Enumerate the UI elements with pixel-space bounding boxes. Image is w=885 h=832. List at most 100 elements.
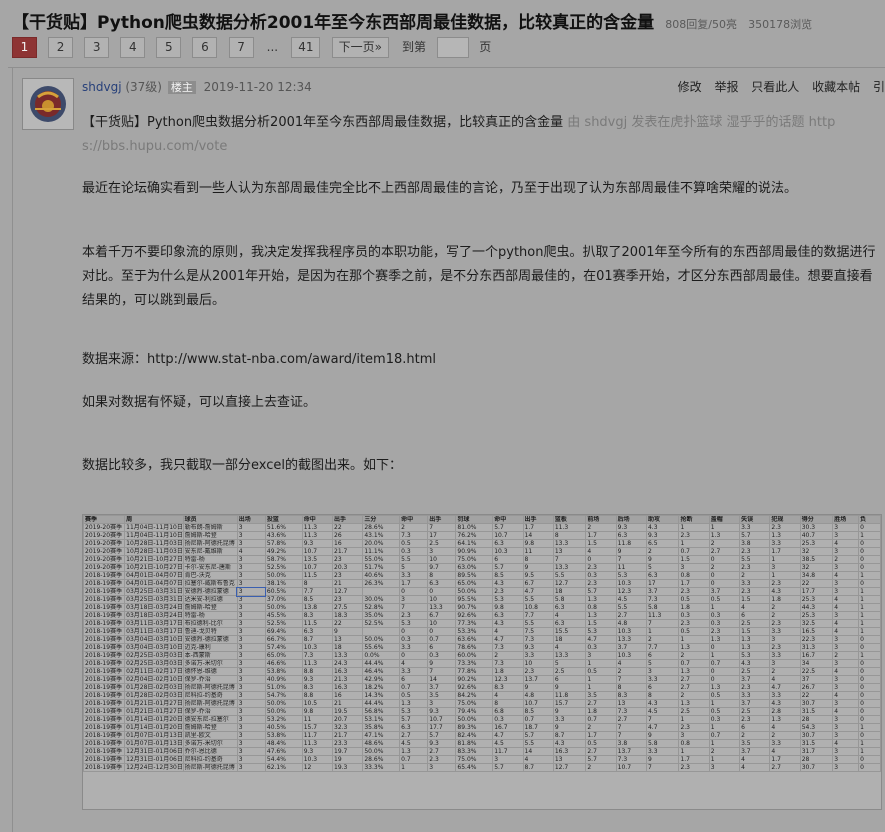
sheet-cell: 0.5 (708, 595, 741, 604)
quote-source-url[interactable]: s://bbs.hupu.com/vote (82, 139, 227, 154)
sheet-cell: 45.5% (264, 611, 303, 620)
page-1-button[interactable]: 1 (12, 37, 37, 58)
only-author-link[interactable]: 只看此人 (751, 80, 799, 94)
sheet-cell: 2018-19赛季 (83, 587, 126, 596)
sheet-cell: 2018-19赛季 (83, 747, 126, 756)
page-jump-input[interactable] (437, 37, 470, 58)
sheet-cell: 2.3 (585, 579, 617, 588)
sheet-header-cell: 赛季 (83, 515, 126, 524)
sheet-cell: 22 (332, 523, 364, 532)
edit-link[interactable]: 修改 (678, 80, 702, 94)
sheet-cell: 2.3 (678, 531, 710, 540)
sheet-cell: 22.3 (799, 635, 834, 644)
sheet-cell: 0 (858, 731, 881, 740)
sheet-cell: 鲁迪-戈贝特 (182, 627, 238, 636)
sheet-cell: 1.3 (399, 747, 429, 756)
sheet-cell: 13 (552, 547, 587, 556)
sheet-cell: 8.5 (301, 595, 334, 604)
sheet-cell: 3.3 (552, 715, 587, 724)
sheet-cell: 0.7 (708, 731, 741, 740)
sheet-row: 2018-19赛季 03月18日-03月24日 詹姆斯-哈登 3 50.0% 13.8 27… (83, 603, 881, 612)
sheet-cell: 2018-19赛季 (83, 763, 126, 772)
sheet-cell: 8.7 (522, 763, 554, 772)
sheet-row: 2018-19赛季 03月18日-03月24日 特雷-杨 3 45.5% 8.3 18.3 3… (83, 611, 881, 620)
sheet-cell: 1 (708, 699, 741, 708)
sheet-cell: 10.3 (492, 547, 524, 556)
sheet-cell: 11 (522, 547, 554, 556)
sheet-header-row: 赛季周球员 出场 投篮 命中 出手 三分 命中 出手 罚球 命中 出手 篮板 前场 后场 助攻 抢断 盖帽 失误犯… (83, 515, 881, 524)
sheet-cell: 5.7 (427, 731, 457, 740)
sheet-cell: 9.3 (301, 747, 334, 756)
sheet-cell: 卡尔-安东尼-唐斯 (182, 563, 238, 572)
sheet-cell: 2 (769, 731, 801, 740)
page-4-button[interactable]: 4 (120, 37, 146, 58)
sheet-cell: 3.3 (399, 643, 429, 652)
sheet-cell: 69.4% (264, 627, 303, 636)
sheet-cell: 76.2% (455, 531, 494, 540)
sheet-cell: 2.7 (678, 683, 710, 692)
sheet-cell: 7.7 (522, 611, 554, 620)
sheet-cell: 16.7 (492, 723, 524, 732)
sheet-cell: 7 (615, 555, 647, 564)
sheet-cell: 54.7% (264, 691, 303, 700)
sheet-cell: 27.5 (332, 603, 364, 612)
sheet-cell: 1.7 (678, 755, 710, 764)
sheet-header-cell: 三分 (362, 515, 401, 524)
avatar[interactable] (22, 78, 74, 130)
sheet-cell: 3 (769, 635, 801, 644)
sheet-cell: 10.3 (615, 627, 647, 636)
sheet-cell: 19.7 (332, 747, 364, 756)
sheet-cell: 4 (832, 619, 860, 628)
sheet-cell: 1 (858, 531, 881, 540)
page-2-button[interactable]: 2 (48, 37, 74, 58)
sheet-cell: 詹姆斯-哈登 (182, 723, 238, 732)
page-last-button[interactable]: 41 (291, 37, 321, 58)
page-3-button[interactable]: 3 (84, 37, 110, 58)
sheet-cell: 1.5 (739, 627, 771, 636)
sheet-cell: 2.7 (427, 747, 457, 756)
sheet-cell: 凯里-欧文 (182, 731, 238, 740)
page-5-button[interactable]: 5 (156, 37, 182, 58)
sheet-cell: 12.7 (332, 587, 364, 596)
sheet-header-cell: 胜场 (832, 515, 860, 524)
sheet-cell: 2.3 (427, 755, 457, 764)
sheet-cell: 保罗-乔治 (182, 675, 238, 684)
sheet-cell: 0 (858, 643, 881, 652)
sheet-cell: 9.3 (615, 523, 647, 532)
sheet-cell: 4 (832, 691, 860, 700)
sheet-cell: 9 (522, 683, 554, 692)
quote-link[interactable]: 引 (873, 80, 885, 94)
sheet-cell: 2.3 (678, 619, 710, 628)
sheet-cell: 1.8 (769, 595, 801, 604)
next-page-button[interactable]: 下一页» (331, 37, 389, 58)
sheet-cell: 3 (236, 531, 266, 540)
sheet-cell: 3 (832, 747, 860, 756)
sheet-cell: 28.6% (362, 755, 401, 764)
sheet-cell: 2018-19赛季 (83, 739, 126, 748)
sheet-cell: 0.5 (708, 707, 741, 716)
sheet-cell: 53.2% (264, 715, 303, 724)
paragraph-excel: 数据比较多，我只截取一部分excel的截图出来。如下： (82, 458, 402, 473)
sheet-cell: 本-西蒙斯 (182, 651, 238, 660)
report-link[interactable]: 举报 (714, 80, 738, 94)
sheet-cell: 3 (585, 651, 617, 660)
sheet-cell: 4.3 (739, 659, 771, 668)
author-name[interactable]: shdvgj (82, 80, 122, 94)
sheet-cell: 0 (858, 555, 881, 564)
sheet-cell: 37 (799, 675, 834, 684)
sheet-cell: 81.0% (455, 523, 494, 532)
page-7-button[interactable]: 7 (228, 37, 254, 58)
sheet-cell: 25.3 (799, 539, 834, 548)
favorite-link[interactable]: 收藏本帖 (812, 80, 860, 94)
sheet-cell: 6 (739, 723, 771, 732)
sheet-cell: 56.8% (362, 707, 401, 716)
sheet-cell: 30.7 (799, 763, 834, 772)
page-6-button[interactable]: 6 (192, 37, 218, 58)
sheet-cell: 7.3 (615, 755, 647, 764)
sheet-cell: 16 (332, 539, 364, 548)
sheet-cell: 40.9% (264, 675, 303, 684)
sheet-cell: 0.3 (678, 611, 710, 620)
sheet-cell: 0.5 (585, 739, 617, 748)
sheet-cell: 2.3 (739, 547, 771, 556)
sheet-cell: 10.7 (427, 715, 457, 724)
